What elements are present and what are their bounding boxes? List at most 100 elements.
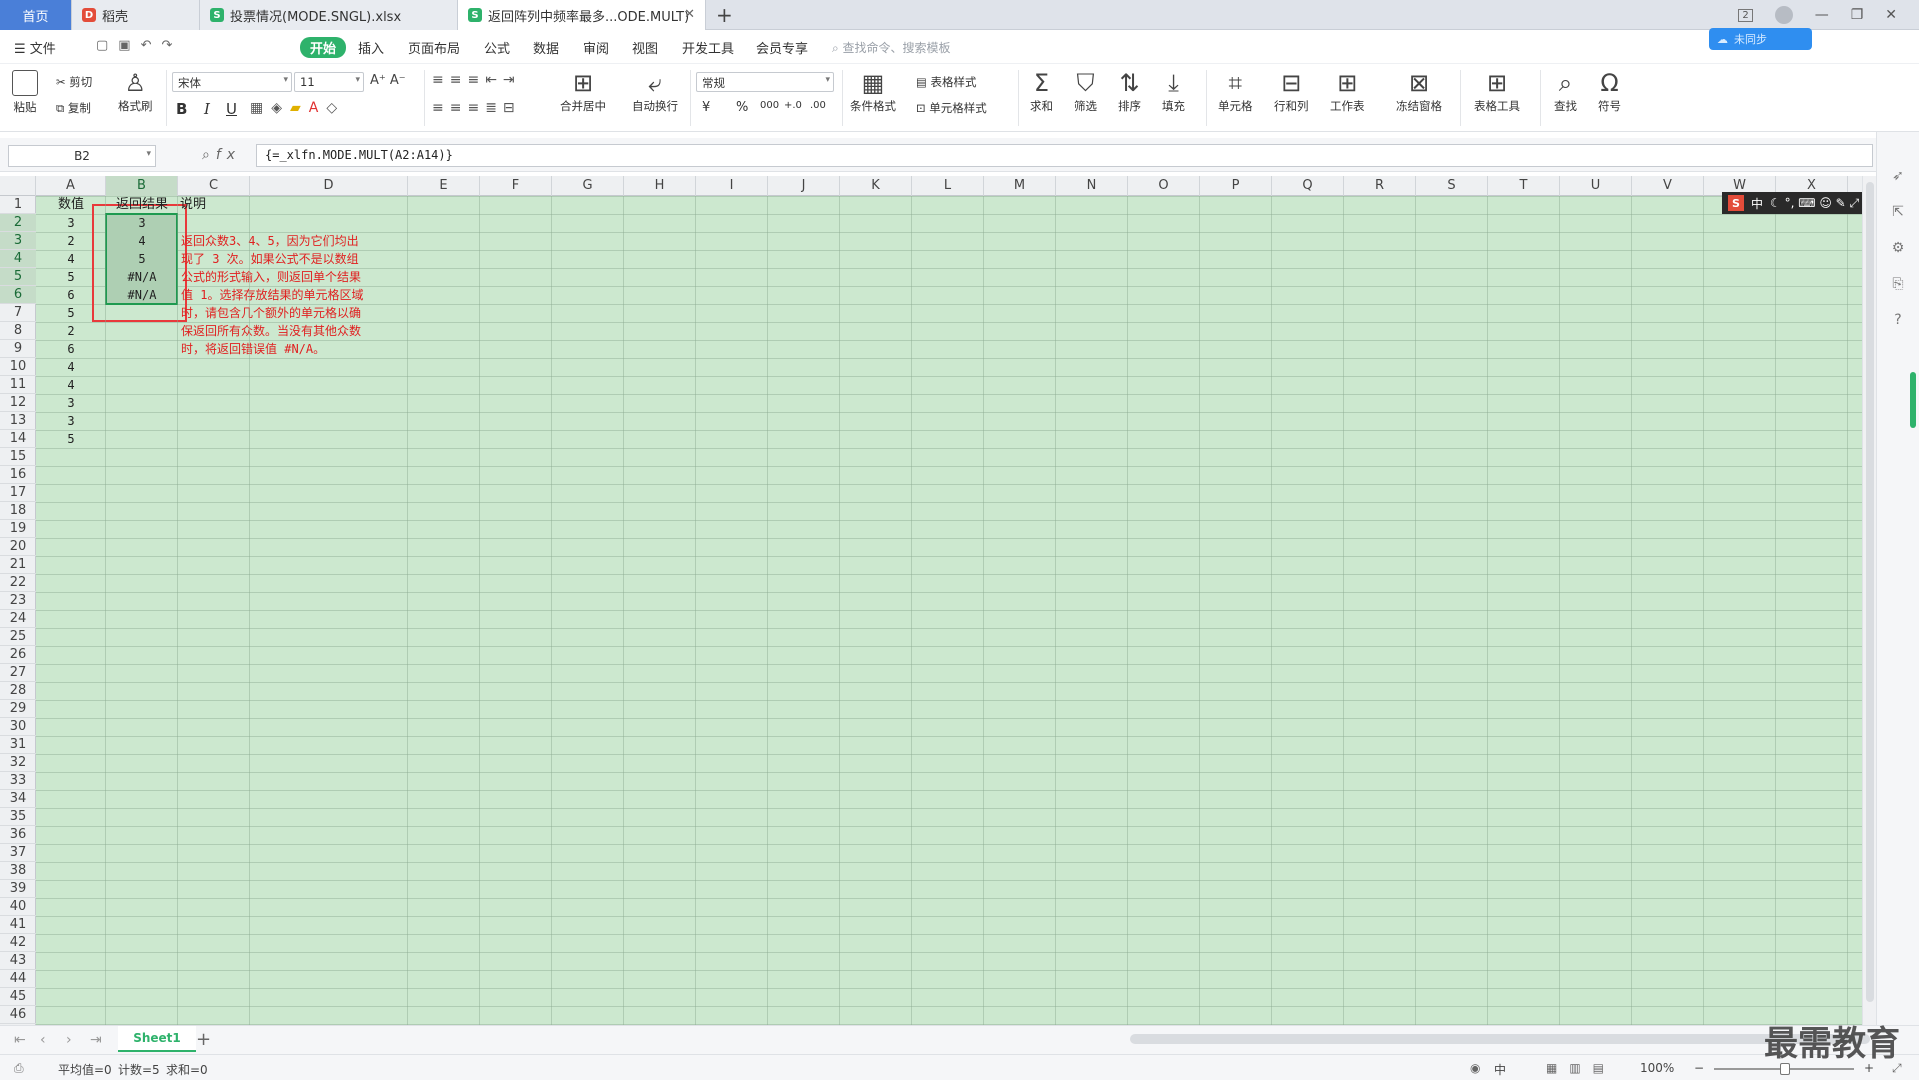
row-header-19[interactable]: 19	[0, 520, 36, 538]
select-all-corner[interactable]	[0, 176, 36, 196]
row-header-21[interactable]: 21	[0, 556, 36, 574]
next-sheet-icon[interactable]: ›	[66, 1032, 72, 1048]
row-col-button[interactable]: ⊟ 行和列	[1274, 70, 1309, 114]
row-header-14[interactable]: 14	[0, 430, 36, 448]
column-header-j[interactable]: J	[768, 176, 840, 196]
first-sheet-icon[interactable]: ⇤	[14, 1032, 26, 1048]
column-header-c[interactable]: C	[178, 176, 250, 196]
border-fill-color-icons[interactable]: ▦◈▰A◇	[250, 100, 345, 116]
column-header-h[interactable]: H	[624, 176, 696, 196]
help-icon[interactable]: ?	[1889, 312, 1907, 330]
cell-b4[interactable]: 5	[106, 250, 178, 268]
fill-button[interactable]: ⤓ 填充	[1162, 70, 1185, 114]
row-header-20[interactable]: 20	[0, 538, 36, 556]
sort-button[interactable]: ⇅ 排序	[1118, 70, 1141, 114]
sum-button[interactable]: Σ 求和	[1030, 70, 1053, 114]
add-sheet-button[interactable]: +	[196, 1029, 211, 1050]
currency-button[interactable]: ¥	[702, 100, 710, 115]
format-painter-button[interactable]: ♙ 格式刷	[118, 70, 153, 114]
column-header-n[interactable]: N	[1056, 176, 1128, 196]
row-header-41[interactable]: 41	[0, 916, 36, 934]
row-header-44[interactable]: 44	[0, 970, 36, 988]
formula-input[interactable]: {=_xlfn.MODE.MULT(A2:A14)}	[256, 144, 1873, 167]
cell-b2[interactable]: 3	[106, 214, 178, 232]
panel-scroll-indicator[interactable]	[1910, 372, 1916, 428]
column-header-i[interactable]: I	[696, 176, 768, 196]
column-header-o[interactable]: O	[1128, 176, 1200, 196]
bold-button[interactable]: B	[176, 100, 187, 118]
row-header-37[interactable]: 37	[0, 844, 36, 862]
paste-button[interactable]: 粘贴	[12, 70, 38, 115]
row-header-35[interactable]: 35	[0, 808, 36, 826]
row-header-22[interactable]: 22	[0, 574, 36, 592]
prev-sheet-icon[interactable]: ‹	[40, 1032, 46, 1048]
row-header-36[interactable]: 36	[0, 826, 36, 844]
column-header-g[interactable]: G	[552, 176, 624, 196]
cell-a12[interactable]: 3	[36, 394, 106, 412]
row-header-15[interactable]: 15	[0, 448, 36, 466]
filter-button[interactable]: ⛉ 筛选	[1074, 70, 1097, 114]
cell-a9[interactable]: 6	[36, 340, 106, 358]
column-header-k[interactable]: K	[840, 176, 912, 196]
font-size-select[interactable]: 11	[294, 72, 364, 92]
cells-area[interactable]: 返回众数3、4、5，因为它们均出 现了 3 次。如果公式不是以数组 公式的形式输…	[36, 196, 1862, 1025]
backup-icon[interactable]: ⎘	[1889, 276, 1907, 294]
row-header-38[interactable]: 38	[0, 862, 36, 880]
row-header-23[interactable]: 23	[0, 592, 36, 610]
row-header-46[interactable]: 46	[0, 1006, 36, 1024]
column-header-a[interactable]: A	[36, 176, 106, 196]
cursor-icon[interactable]: ⇱	[1889, 204, 1907, 222]
menu-home[interactable]: 开始	[300, 37, 347, 58]
column-header-q[interactable]: Q	[1272, 176, 1344, 196]
column-header-p[interactable]: P	[1200, 176, 1272, 196]
cut-button[interactable]: ✂ 剪切	[56, 74, 92, 90]
decrease-decimal-button[interactable]: .00	[810, 100, 826, 111]
underline-button[interactable]: U	[226, 100, 237, 118]
row-header-1[interactable]: 1	[0, 196, 36, 214]
cell-a8[interactable]: 2	[36, 322, 106, 340]
menu-developer[interactable]: 开发工具	[682, 38, 734, 57]
wrap-text-button[interactable]: ⤶ 自动换行	[632, 70, 678, 114]
row-header-43[interactable]: 43	[0, 952, 36, 970]
symbol-button[interactable]: Ω 符号	[1598, 70, 1621, 114]
menu-formulas[interactable]: 公式	[484, 38, 510, 57]
row-header-32[interactable]: 32	[0, 754, 36, 772]
minimize-button[interactable]: —	[1815, 7, 1829, 23]
font-name-select[interactable]: 宋体	[172, 72, 292, 92]
worksheet-button[interactable]: ⊞ 工作表	[1330, 70, 1365, 114]
tab-daoke[interactable]: D 稻壳	[72, 0, 200, 30]
horizontal-scrollbar[interactable]	[1130, 1034, 1870, 1044]
sheet-tab-sheet1[interactable]: Sheet1	[118, 1026, 196, 1052]
vertical-align-icons[interactable]: ≡≡≡⇤⇥	[432, 72, 521, 88]
row-header-33[interactable]: 33	[0, 772, 36, 790]
cell-a4[interactable]: 4	[36, 250, 106, 268]
zoom-out-button[interactable]: −	[1694, 1061, 1704, 1075]
menu-page-layout[interactable]: 页面布局	[408, 38, 460, 57]
increase-decimal-button[interactable]: +.0	[784, 100, 802, 111]
thousands-button[interactable]: 000	[760, 100, 779, 111]
row-header-28[interactable]: 28	[0, 682, 36, 700]
column-header-l[interactable]: L	[912, 176, 984, 196]
last-sheet-icon[interactable]: ⇥	[90, 1032, 102, 1048]
row-header-7[interactable]: 7	[0, 304, 36, 322]
close-tab-icon[interactable]: ✕	[684, 7, 695, 22]
cell-a7[interactable]: 5	[36, 304, 106, 322]
row-header-12[interactable]: 12	[0, 394, 36, 412]
avatar[interactable]	[1774, 6, 1793, 24]
row-header-17[interactable]: 17	[0, 484, 36, 502]
italic-button[interactable]: I	[204, 100, 210, 118]
cell-style-button[interactable]: ⊡ 单元格样式	[916, 100, 987, 116]
settings-sliders-icon[interactable]: ⚙	[1889, 240, 1907, 258]
column-header-e[interactable]: E	[408, 176, 480, 196]
new-tab-button[interactable]: +	[716, 3, 733, 27]
row-header-42[interactable]: 42	[0, 934, 36, 952]
table-style-button[interactable]: ▤ 表格样式	[916, 74, 977, 90]
row-header-16[interactable]: 16	[0, 466, 36, 484]
row-header-10[interactable]: 10	[0, 358, 36, 376]
cell-c1-header[interactable]: 说明	[178, 196, 250, 214]
column-header-f[interactable]: F	[480, 176, 552, 196]
row-header-27[interactable]: 27	[0, 664, 36, 682]
table-tools-button[interactable]: ⊞ 表格工具	[1474, 70, 1520, 114]
menu-member[interactable]: 会员专享	[756, 38, 808, 57]
input-mode-indicator[interactable]: 中	[1494, 1061, 1506, 1078]
